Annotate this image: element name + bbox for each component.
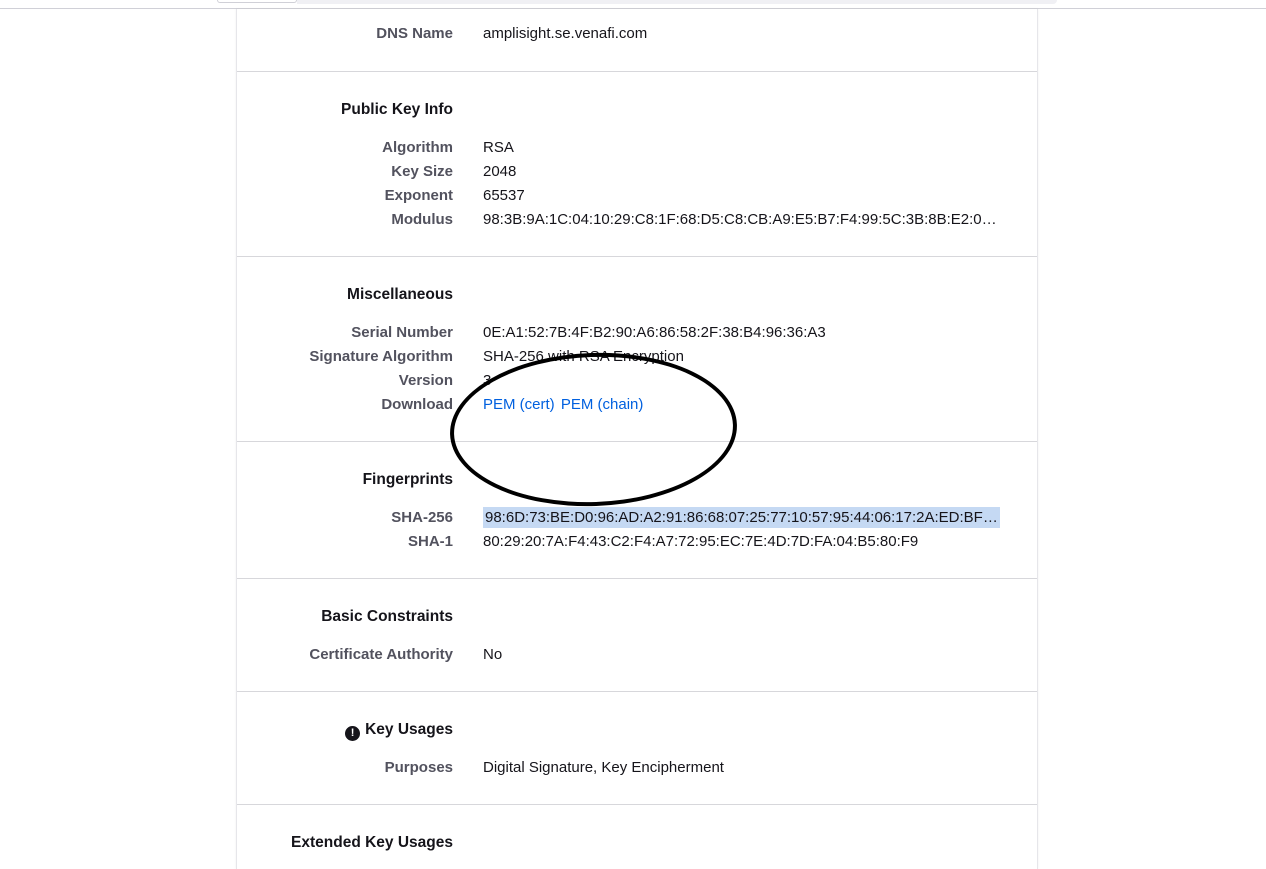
- dns-name-label: DNS Name: [376, 24, 453, 42]
- modulus-row: Modulus 98:3B:9A:1C:04:10:29:C8:1F:68:D5…: [237, 207, 1037, 231]
- ca-value: No: [483, 645, 503, 663]
- purposes-value: Digital Signature, Key Encipherment: [483, 758, 724, 776]
- extended-key-usages-section: Extended Key Usages: [237, 805, 1037, 869]
- algorithm-value: RSA: [483, 138, 514, 156]
- sig-alg-row: Signature Algorithm SHA-256 with RSA Enc…: [237, 344, 1037, 368]
- key-usages-heading: ! Key Usages: [237, 718, 453, 742]
- pem-chain-link[interactable]: PEM (chain): [561, 396, 644, 413]
- exponent-label: Exponent: [384, 186, 453, 204]
- exponent-value: 65537: [483, 186, 525, 204]
- fingerprints-section: Fingerprints SHA-256 98:6D:73:BE:D0:96:A…: [237, 442, 1037, 579]
- fingerprints-heading: Fingerprints: [362, 471, 453, 488]
- version-value: 3: [483, 371, 492, 389]
- dns-section: DNS Name amplisight.se.venafi.com: [237, 9, 1037, 72]
- sha256-value[interactable]: 98:6D:73:BE:D0:96:AD:A2:91:86:68:07:25:7…: [483, 506, 1000, 528]
- critical-warning-icon: !: [345, 726, 361, 741]
- browser-top-bar: [0, 0, 1266, 9]
- serial-value: 0E:A1:52:7B:4F:B2:90:A6:86:58:2F:38:B4:9…: [483, 323, 826, 341]
- sha1-label: SHA-1: [407, 532, 453, 550]
- top-tab[interactable]: [217, 0, 297, 3]
- serial-row: Serial Number 0E:A1:52:7B:4F:B2:90:A6:86…: [237, 320, 1037, 344]
- basic-constraints-section: Basic Constraints Certificate Authority …: [237, 579, 1037, 692]
- algorithm-row: Algorithm RSA: [237, 135, 1037, 159]
- purposes-label: Purposes: [384, 758, 453, 776]
- misc-section: Miscellaneous Serial Number 0E:A1:52:7B:…: [237, 257, 1037, 442]
- purposes-row: Purposes Digital Signature, Key Encipher…: [237, 755, 1037, 779]
- dns-name-row: DNS Name amplisight.se.venafi.com: [237, 21, 1037, 45]
- basic-constraints-heading: Basic Constraints: [321, 608, 453, 625]
- dns-name-value: amplisight.se.venafi.com: [483, 24, 648, 42]
- key-usages-title: Key Usages: [365, 721, 453, 738]
- top-strip: [297, 0, 1057, 4]
- misc-heading: Miscellaneous: [347, 286, 453, 303]
- version-label: Version: [398, 371, 453, 389]
- serial-label: Serial Number: [351, 323, 453, 341]
- key-size-value: 2048: [483, 162, 517, 180]
- key-size-label: Key Size: [391, 162, 453, 180]
- version-row: Version 3: [237, 368, 1037, 392]
- public-key-section: Public Key Info Algorithm RSA Key Size 2…: [237, 72, 1037, 257]
- sig-alg-value: SHA-256 with RSA Encryption: [483, 347, 684, 365]
- download-label: Download: [381, 395, 453, 413]
- ca-row: Certificate Authority No: [237, 642, 1037, 666]
- extended-key-usages-heading: Extended Key Usages: [291, 834, 453, 851]
- modulus-value[interactable]: 98:3B:9A:1C:04:10:29:C8:1F:68:D5:C8:CB:A…: [483, 211, 997, 228]
- ca-label: Certificate Authority: [309, 645, 453, 663]
- public-key-heading: Public Key Info: [341, 101, 453, 118]
- key-size-row: Key Size 2048: [237, 159, 1037, 183]
- exponent-row: Exponent 65537: [237, 183, 1037, 207]
- modulus-label: Modulus: [391, 210, 453, 228]
- certificate-panel: DNS Name amplisight.se.venafi.com Public…: [236, 9, 1038, 869]
- algorithm-label: Algorithm: [382, 138, 453, 156]
- sha256-row: SHA-256 98:6D:73:BE:D0:96:AD:A2:91:86:68…: [237, 505, 1037, 529]
- sig-alg-label: Signature Algorithm: [309, 347, 453, 365]
- key-usages-section: ! Key Usages Purposes Digital Signature, …: [237, 692, 1037, 805]
- download-links: PEM (cert) PEM (chain): [483, 396, 643, 413]
- sha1-row: SHA-1 80:29:20:7A:F4:43:C2:F4:A7:72:95:E…: [237, 529, 1037, 553]
- sha1-value[interactable]: 80:29:20:7A:F4:43:C2:F4:A7:72:95:EC:7E:4…: [483, 533, 918, 550]
- sha256-label: SHA-256: [391, 508, 453, 526]
- download-row: Download PEM (cert) PEM (chain): [237, 392, 1037, 416]
- pem-cert-link[interactable]: PEM (cert): [483, 396, 555, 413]
